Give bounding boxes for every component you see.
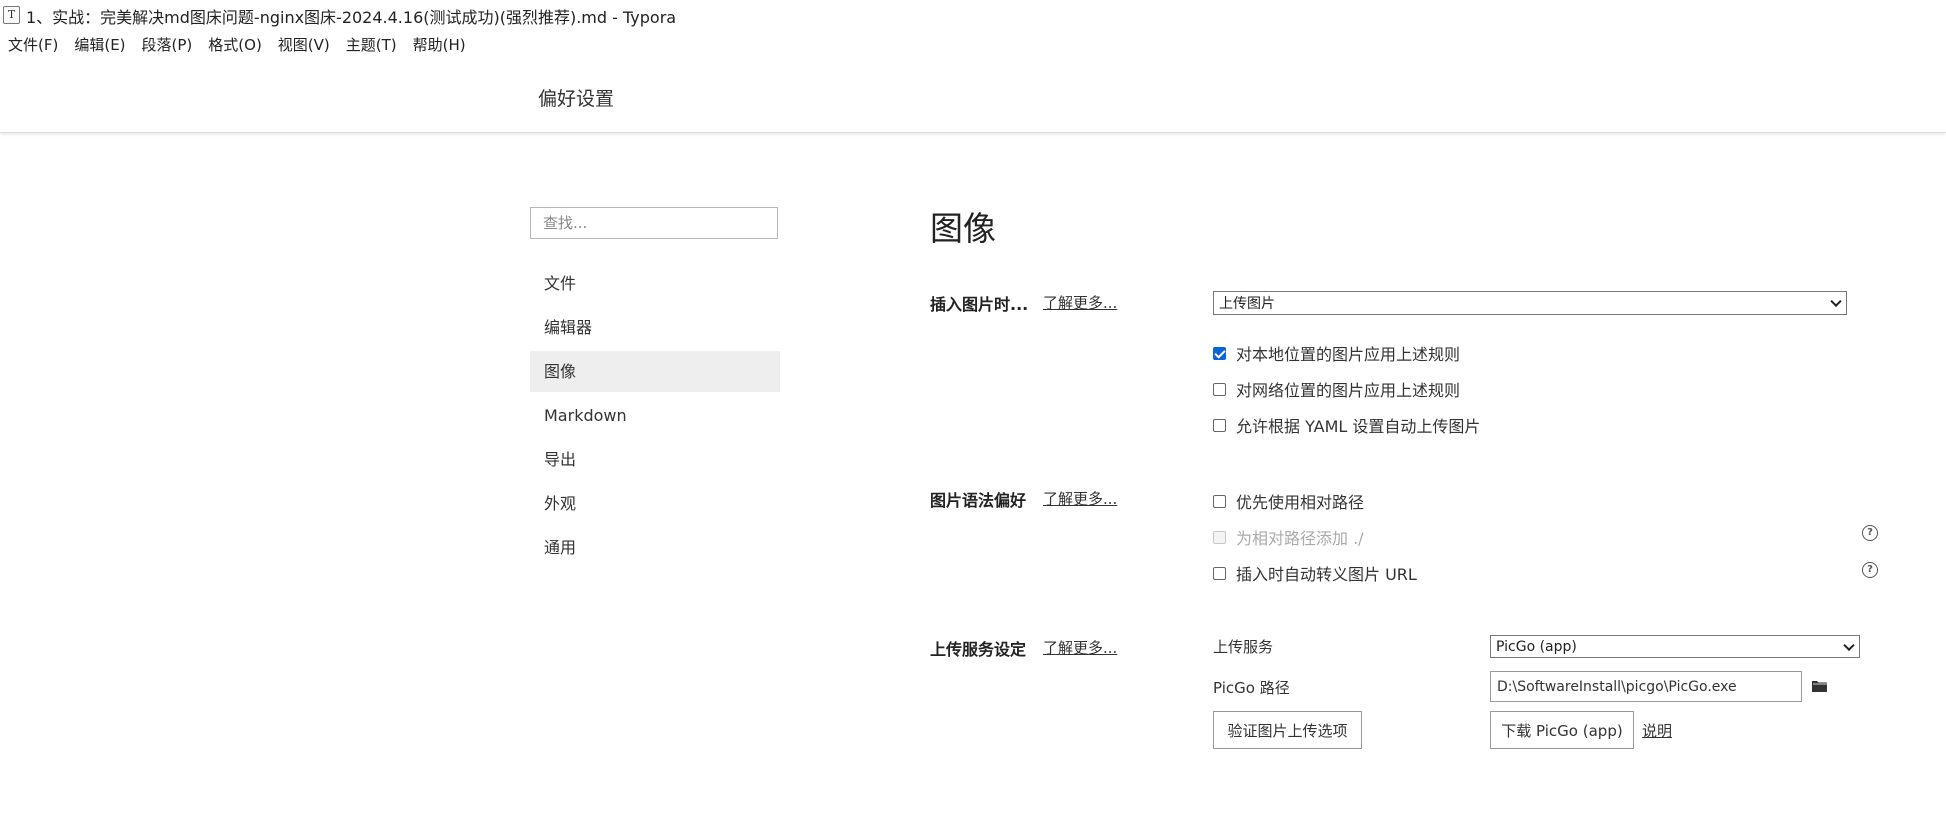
insert-action-select[interactable]: 上传图片 — [1213, 291, 1847, 315]
option-network-images[interactable]: 对网络位置的图片应用上述规则 — [1213, 377, 1460, 401]
sidebar-item-image[interactable]: 图像 — [530, 351, 780, 392]
sidebar-item-editor[interactable]: 编辑器 — [530, 307, 780, 348]
insert-image-label: 插入图片时... — [930, 295, 1029, 314]
window-title: 1、实战：完美解决md图床问题-nginx图床-2024.4.16(测试成功)(… — [26, 8, 677, 27]
option-dot-slash: 为相对路径添加 ./ — [1213, 525, 1364, 549]
relative-path-checkbox[interactable] — [1213, 494, 1226, 508]
upload-learn-more-link[interactable]: 了解更多... — [1043, 637, 1117, 658]
upload-service-section-label: 上传服务设定 — [930, 640, 1027, 659]
menu-edit[interactable]: 编辑(E) — [74, 34, 125, 60]
local-images-label: 对本地位置的图片应用上述规则 — [1236, 345, 1461, 364]
chevron-down-icon — [1843, 639, 1855, 651]
image-syntax-label: 图片语法偏好 — [930, 491, 1027, 510]
yaml-upload-checkbox[interactable] — [1213, 418, 1226, 432]
escape-url-label: 插入时自动转义图片 URL — [1236, 565, 1417, 584]
local-images-checkbox[interactable] — [1213, 346, 1226, 360]
option-yaml-upload[interactable]: 允许根据 YAML 设置自动上传图片 — [1213, 413, 1480, 437]
option-local-images[interactable]: 对本地位置的图片应用上述规则 — [1213, 341, 1460, 365]
option-relative-path[interactable]: 优先使用相对路径 — [1213, 489, 1364, 513]
folder-icon[interactable] — [1812, 680, 1827, 692]
preferences-header: 偏好设置 — [0, 60, 1946, 133]
sidebar-item-file[interactable]: 文件 — [530, 263, 780, 304]
menu-theme[interactable]: 主题(T) — [346, 34, 397, 60]
upload-service-select[interactable]: PicGo (app) — [1490, 635, 1860, 658]
option-escape-url[interactable]: 插入时自动转义图片 URL — [1213, 561, 1417, 585]
typora-app-icon: T — [3, 6, 20, 24]
menu-help[interactable]: 帮助(H) — [413, 34, 466, 60]
menu-bar: 文件(F) 编辑(E) 段落(P) 格式(O) 视图(V) 主题(T) 帮助(H… — [0, 34, 474, 60]
menu-view[interactable]: 视图(V) — [278, 34, 330, 60]
dot-slash-checkbox — [1213, 530, 1226, 544]
dot-slash-label: 为相对路径添加 ./ — [1236, 529, 1364, 548]
help-circle-icon[interactable]: ? — [1862, 525, 1878, 541]
sidebar-item-general[interactable]: 通用 — [530, 527, 780, 568]
sidebar-item-markdown[interactable]: Markdown — [530, 395, 780, 436]
picgo-path-label: PicGo 路径 — [1213, 679, 1290, 697]
relative-path-label: 优先使用相对路径 — [1236, 493, 1365, 512]
sidebar-item-export[interactable]: 导出 — [530, 439, 780, 480]
help-circle-icon[interactable]: ? — [1862, 562, 1878, 578]
insert-action-selected: 上传图片 — [1219, 296, 1275, 312]
picgo-path-value: D:\SoftwareInstall\picgo\PicGo.exe — [1497, 678, 1737, 695]
network-images-label: 对网络位置的图片应用上述规则 — [1236, 381, 1461, 400]
menu-paragraph[interactable]: 段落(P) — [142, 34, 193, 60]
preferences-sidebar: 文件 编辑器 图像 Markdown 导出 外观 通用 — [530, 263, 780, 571]
verify-upload-button[interactable]: 验证图片上传选项 — [1213, 711, 1362, 749]
yaml-upload-label: 允许根据 YAML 设置自动上传图片 — [1236, 417, 1481, 436]
chevron-down-icon — [1830, 295, 1842, 308]
escape-url-checkbox[interactable] — [1213, 566, 1226, 580]
preferences-title: 偏好设置 — [538, 88, 615, 110]
menu-format[interactable]: 格式(O) — [208, 34, 262, 60]
upload-service-label: 上传服务 — [1213, 638, 1274, 656]
picgo-help-link[interactable]: 说明 — [1642, 720, 1672, 741]
menu-file[interactable]: 文件(F) — [8, 34, 58, 60]
upload-service-selected: PicGo (app) — [1496, 638, 1577, 655]
network-images-checkbox[interactable] — [1213, 382, 1226, 396]
section-heading: 图像 — [930, 209, 996, 248]
title-bar: T 1、实战：完美解决md图床问题-nginx图床-2024.4.16(测试成功… — [0, 0, 1946, 30]
download-picgo-button[interactable]: 下载 PicGo (app) — [1490, 711, 1634, 749]
picgo-path-input[interactable]: D:\SoftwareInstall\picgo\PicGo.exe — [1490, 671, 1802, 702]
sidebar-item-appearance[interactable]: 外观 — [530, 483, 780, 524]
syntax-learn-more-link[interactable]: 了解更多... — [1043, 488, 1117, 509]
search-input[interactable] — [530, 207, 778, 239]
insert-learn-more-link[interactable]: 了解更多... — [1043, 292, 1117, 313]
